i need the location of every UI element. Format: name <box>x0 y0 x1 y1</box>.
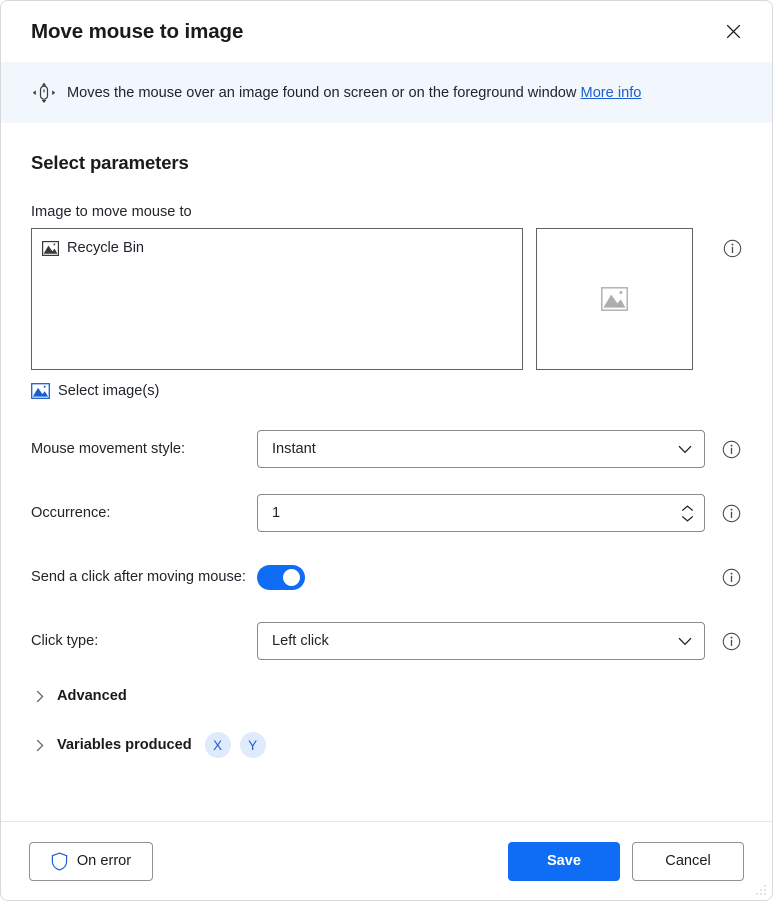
select-images-link[interactable]: Select image(s) <box>31 383 159 399</box>
image-blue-icon <box>31 383 50 399</box>
more-info-link[interactable]: More info <box>581 85 642 101</box>
dialog-titlebar: Move mouse to image <box>1 1 772 62</box>
image-preview-panel[interactable] <box>535 228 693 370</box>
send-click-toggle[interactable] <box>257 564 305 590</box>
occurrence-control: 1 <box>257 494 705 532</box>
click-type-label: Click type: <box>31 633 99 649</box>
image-field-label: Image to move mouse to <box>31 204 192 220</box>
footer-actions: Save Cancel <box>508 841 744 881</box>
select-images-label: Select image(s) <box>58 383 160 399</box>
occurrence-label: Occurrence: <box>31 505 111 521</box>
spinner-updown-icon[interactable] <box>678 504 696 522</box>
chevron-right-icon <box>31 739 49 752</box>
occurrence-input[interactable]: 1 <box>257 494 705 532</box>
variable-badge-y[interactable]: Y <box>239 732 266 758</box>
variables-produced-label: Variables produced <box>57 737 192 753</box>
banner-text: Moves the mouse over an image found on s… <box>67 85 641 101</box>
image-field-info-icon[interactable] <box>723 239 742 258</box>
list-item[interactable]: Recycle Bin <box>40 236 514 260</box>
occurrence-value: 1 <box>272 505 281 521</box>
chevron-down-icon <box>678 445 692 453</box>
close-button[interactable] <box>712 14 754 50</box>
send-click-label: Send a click after moving mouse: <box>31 569 246 585</box>
click-type-value: Left click <box>272 633 329 649</box>
param-row-click-type: Click type: Left click <box>31 622 742 660</box>
mouse-movement-style-label: Mouse movement style: <box>31 441 186 457</box>
send-click-control <box>257 564 705 590</box>
send-click-info-icon[interactable] <box>722 568 741 587</box>
dialog-footer: On error Save Cancel <box>1 821 772 900</box>
advanced-label: Advanced <box>57 688 127 704</box>
close-icon <box>726 24 740 39</box>
variable-badge-x[interactable]: X <box>204 732 231 758</box>
image-selection-row: Recycle Bin <box>31 228 742 370</box>
advanced-section-toggle[interactable]: Advanced <box>31 688 127 704</box>
mouse-move-icon <box>31 81 57 105</box>
click-type-info-icon[interactable] <box>722 632 741 651</box>
banner-description: Moves the mouse over an image found on s… <box>67 84 577 101</box>
mouse-movement-style-value: Instant <box>272 441 316 457</box>
image-icon <box>42 240 59 256</box>
image-list[interactable]: Recycle Bin <box>31 228 523 370</box>
param-row-mouse-movement-style: Mouse movement style: Instant <box>31 430 742 468</box>
dialog-body: Select parameters Image to move mouse to… <box>1 123 772 821</box>
variables-produced-section-toggle[interactable]: Variables produced X Y <box>31 732 266 758</box>
resize-grip[interactable] <box>754 883 767 896</box>
cancel-button[interactable]: Cancel <box>632 841 744 881</box>
mouse-movement-style-dropdown[interactable]: Instant <box>257 430 705 468</box>
on-error-label: On error <box>76 853 132 869</box>
image-placeholder-icon <box>600 287 628 311</box>
save-button[interactable]: Save <box>508 841 620 881</box>
param-row-occurrence: Occurrence: 1 <box>31 494 742 532</box>
click-type-control: Left click <box>257 622 705 660</box>
mouse-movement-style-control: Instant <box>257 430 705 468</box>
toggle-knob <box>283 568 300 586</box>
param-row-send-click: Send a click after moving mouse: <box>31 558 742 596</box>
on-error-button[interactable]: On error <box>29 841 153 881</box>
variable-badges: X Y <box>204 732 266 758</box>
description-banner: Moves the mouse over an image found on s… <box>1 62 772 123</box>
section-title: Select parameters <box>31 152 189 173</box>
shield-icon <box>51 851 68 871</box>
move-mouse-to-image-dialog: Move mouse to image Moves the mouse over… <box>0 0 773 901</box>
mouse-movement-style-info-icon[interactable] <box>722 440 741 459</box>
chevron-right-icon <box>31 690 49 703</box>
chevron-down-icon <box>678 637 692 645</box>
click-type-dropdown[interactable]: Left click <box>257 622 705 660</box>
occurrence-info-icon[interactable] <box>722 504 741 523</box>
list-item-label: Recycle Bin <box>67 240 145 256</box>
page-title: Move mouse to image <box>31 19 244 43</box>
